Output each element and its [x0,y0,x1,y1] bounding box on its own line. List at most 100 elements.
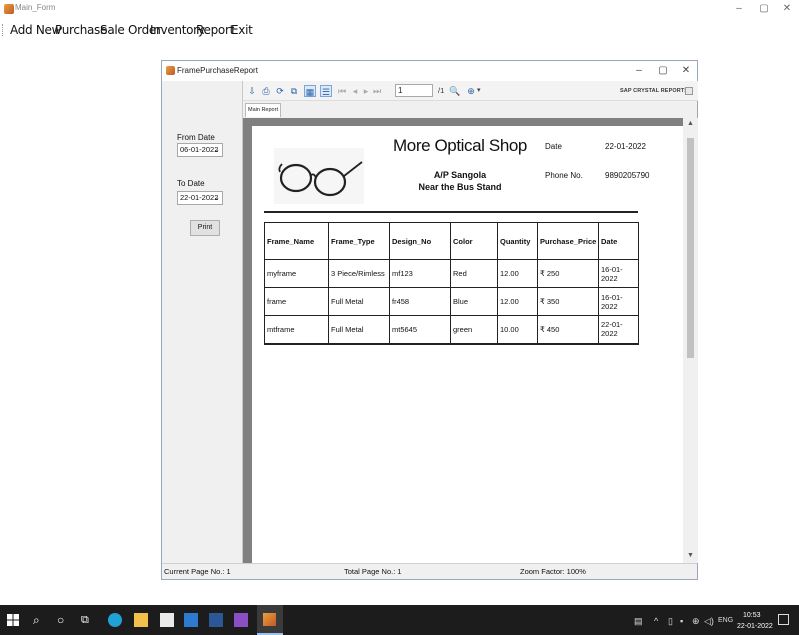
refresh-icon[interactable]: ⟳ [274,85,286,97]
toggle-parameter-panel-icon[interactable]: ▦ [304,85,316,97]
report-date-value: 22-01-2022 [605,142,646,151]
phone-value: 9890205790 [605,171,650,180]
menu-exit[interactable]: Exit [231,23,253,37]
table-cell: 3 Piece/Rimless [328,259,390,288]
table-cell: 22-01-2022 [598,315,639,345]
viewer-options-icon[interactable] [685,87,693,95]
print-button[interactable]: Print [190,220,220,236]
task-view-icon[interactable]: ⧉ [81,613,95,627]
mail-icon[interactable] [184,613,198,627]
edge-browser-icon[interactable] [108,613,122,627]
toggle-group-tree-icon[interactable]: ☰ [320,85,332,97]
visual-studio-icon[interactable] [234,613,248,627]
volume-icon[interactable]: ◁) [704,616,714,627]
table-cell: Full Metal [328,287,390,316]
table-cell: frame [264,287,329,316]
minimize-button[interactable]: – [727,2,751,16]
chevron-down-icon: ⌄ [213,145,220,154]
child-body: From Date 06-01-2022 ⌄ To Date 22-01-202… [162,81,698,579]
action-center-icon[interactable] [778,614,789,625]
table-cell: fr458 [389,287,451,316]
menu-report[interactable]: Report [196,23,234,37]
windows-taskbar: ⌕ ○ ⧉ ▤ ^ ▯ ▪ ⊕ ◁) ENG 10:53 22-01-2022 [0,605,799,635]
child-window-title: FramePurchaseReport [177,66,258,75]
export-icon[interactable]: ⇩ [246,85,258,97]
table-row: frame Full Metal fr458 Blue 12.00 ₹ 350 … [264,287,639,316]
word-icon[interactable] [209,613,223,627]
report-area: More Optical Shop A/P Sangola Near the B… [243,118,698,563]
clock-date[interactable]: 22-01-2022 [737,623,773,630]
zoom-icon[interactable]: ⊕ [465,85,477,97]
column-header: Frame_Name [264,222,329,260]
main-titlebar: Main_Form – ▢ ✕ [0,0,799,18]
total-page-status: Total Page No.: 1 [344,567,402,576]
header-divider [264,211,638,213]
crystal-report-viewer: ⇩ ⎙ ⟳ ⧉ ▦ ☰ ⏮ ◂ ▸ ⏭ 1 /1 🔍 ⊕ ▾ SAP CRYST… [242,81,698,563]
table-cell: Red [450,259,498,288]
page-number-input[interactable]: 1 [395,84,433,97]
menu-add-new[interactable]: Add New [10,23,61,37]
running-app-slot[interactable] [257,605,283,635]
scroll-up-icon[interactable]: ▲ [683,118,698,130]
notifications-icon[interactable]: ▤ [634,616,643,627]
child-minimize-button[interactable]: – [628,64,650,78]
print-icon[interactable]: ⎙ [260,85,272,97]
table-cell: mf123 [389,259,451,288]
main-window-title: Main_Form [15,3,56,12]
from-date-picker[interactable]: 06-01-2022 ⌄ [177,143,223,157]
page-total-label: /1 [438,86,445,95]
battery-icon[interactable]: ▯ [668,616,673,627]
zoom-status: Zoom Factor: 100% [520,567,586,576]
table-cell: Full Metal [328,315,390,345]
table-header-row: Frame_Name Frame_Type Design_No Color Qu… [264,222,639,260]
language-indicator[interactable]: ENG [718,617,733,624]
table-cell: ₹ 350 [537,287,599,316]
frame-purchase-report-window: FramePurchaseReport – ▢ ✕ From Date 06-0… [161,60,698,580]
zoom-dropdown-chevron-icon[interactable]: ▾ [477,86,481,94]
app-tray-icon[interactable]: ▪ [680,616,683,626]
address-line-1: A/P Sangola [433,170,487,180]
find-icon[interactable]: 🔍 [449,85,461,97]
column-header: Design_No [389,222,451,260]
child-close-button[interactable]: ✕ [675,64,697,78]
first-page-icon[interactable]: ⏮ [336,85,348,97]
to-date-label: To Date [177,179,205,188]
address-line-2: Near the Bus Stand [418,182,502,192]
table-cell: mt5645 [389,315,451,345]
table-cell: green [450,315,498,345]
last-page-icon[interactable]: ⏭ [371,85,383,97]
child-titlebar: FramePurchaseReport – ▢ ✕ [162,61,697,81]
table-cell: ₹ 250 [537,259,599,288]
close-button[interactable]: ✕ [775,2,799,16]
cortana-icon[interactable]: ○ [57,613,71,627]
shop-name: More Optical Shop [393,136,527,155]
scrollbar-thumb[interactable] [687,138,694,358]
table-cell: 12.00 [497,287,538,316]
network-icon[interactable]: ⊕ [692,616,700,627]
table-cell: 12.00 [497,259,538,288]
store-icon[interactable] [160,613,174,627]
column-header: Quantity [497,222,538,260]
parameter-panel: From Date 06-01-2022 ⌄ To Date 22-01-202… [162,81,242,563]
tab-main-report[interactable]: Main Report [245,103,281,117]
column-header: Date [598,222,639,260]
maximize-button[interactable]: ▢ [752,2,776,16]
start-windows-icon[interactable] [7,614,19,626]
vertical-scrollbar[interactable]: ▲ ▼ [683,118,698,563]
clock-time[interactable]: 10:53 [743,612,761,619]
column-header: Color [450,222,498,260]
current-page-status: Current Page No.: 1 [164,567,231,576]
child-maximize-button[interactable]: ▢ [652,64,674,78]
scroll-down-icon[interactable]: ▼ [683,550,698,562]
table-row: mtframe Full Metal mt5645 green 10.00 ₹ … [264,315,639,345]
chevron-up-icon[interactable]: ^ [654,616,658,626]
copy-icon[interactable]: ⧉ [288,85,300,97]
phone-label: Phone No. [545,171,583,180]
table-cell: 16-01-2022 [598,287,639,316]
sap-crystal-reports-brand: SAP CRYSTAL REPORTS® [620,88,693,94]
file-explorer-icon[interactable] [134,613,148,627]
to-date-picker[interactable]: 22-01-2022 ⌄ [177,191,223,205]
table-cell: mtframe [264,315,329,345]
search-icon[interactable]: ⌕ [33,613,47,627]
table-cell: ₹ 450 [537,315,599,345]
